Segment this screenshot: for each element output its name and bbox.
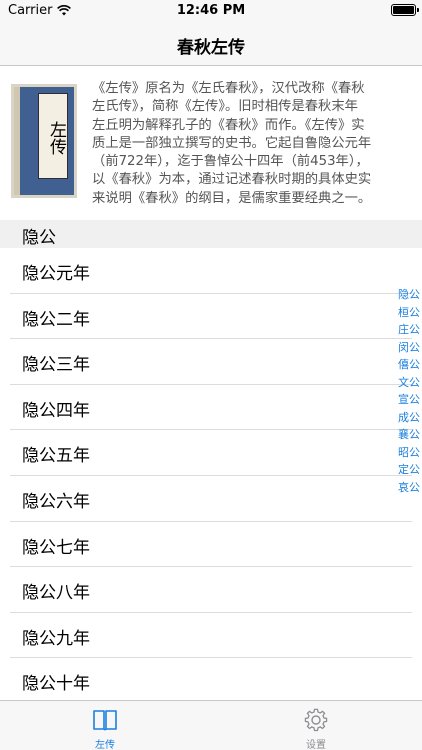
tab-bar: 左传 设置 — [0, 700, 422, 750]
book-cover-image: 左传 — [11, 84, 77, 198]
section-header: 隐公 — [0, 220, 422, 248]
list-item[interactable]: 隐公六年 — [10, 476, 412, 522]
tab-label: 左传 — [95, 740, 115, 750]
intro-line: 以《春秋》为本，通过记述春秋时期的具体史实 — [92, 172, 372, 188]
index-item[interactable]: 桓公 — [396, 304, 420, 322]
list-item[interactable]: 隐公三年 — [10, 339, 412, 385]
intro-section: 左传 《左传》原名为《左氏春秋》，汉代改称《春秋 左氏传》，简称《左传》。旧时相… — [0, 66, 422, 220]
status-right — [391, 4, 419, 16]
list-item-label: 隐公七年 — [22, 537, 90, 558]
list-item-label: 隐公九年 — [22, 628, 90, 649]
battery-icon — [391, 4, 419, 16]
status-time: 12:46 PM — [176, 3, 246, 18]
index-item[interactable]: 庄公 — [396, 321, 420, 339]
book-cover-body: 左传 — [14, 87, 74, 195]
index-item[interactable]: 定公 — [396, 461, 420, 479]
index-item[interactable]: 哀公 — [396, 479, 420, 497]
intro-line: 左丘明为解释孔子的《春秋》而作。《左传》实 — [92, 117, 365, 133]
list-item[interactable]: 隐公八年 — [10, 567, 412, 613]
tab-settings[interactable]: 设置 — [263, 701, 369, 750]
list-item-label: 隐公二年 — [22, 309, 90, 330]
list-item[interactable]: 隐公十年 — [10, 658, 412, 704]
list-item[interactable]: 隐公五年 — [10, 430, 412, 476]
list-item[interactable]: 隐公四年 — [10, 385, 412, 431]
index-item[interactable]: 僖公 — [396, 356, 420, 374]
list-item[interactable]: 隐公二年 — [10, 294, 412, 340]
list-item[interactable]: 隐公九年 — [10, 613, 412, 659]
index-item[interactable]: 隐公 — [396, 286, 420, 304]
list-item-label: 隐公五年 — [22, 446, 90, 467]
intro-line: 左氏传》，简称《左传》。旧时相传是春秋末年 — [92, 99, 358, 115]
list-item-label: 隐公八年 — [22, 583, 90, 604]
status-bar: Carrier 12:46 PM — [0, 0, 422, 22]
section-index: 隐公 桓公 庄公 闵公 僖公 文公 宣公 成公 襄公 昭公 定公 哀公 — [396, 286, 420, 496]
book-icon — [93, 710, 117, 731]
intro-line: 质上是一部独立撰写的史书。它起自鲁隐公元年 — [92, 135, 372, 151]
list-item-label: 隐公十年 — [22, 674, 90, 695]
book-cover-label: 左传 — [38, 93, 68, 179]
navigation-bar: 春秋左传 — [0, 22, 422, 66]
index-item[interactable]: 昭公 — [396, 444, 420, 462]
index-item[interactable]: 宣公 — [396, 391, 420, 409]
index-item[interactable]: 成公 — [396, 409, 420, 427]
chapter-list: 隐公元年 隐公二年 隐公三年 隐公四年 隐公五年 隐公六年 隐公七年 隐公八年 … — [0, 248, 422, 704]
tab-label: 设置 — [306, 740, 326, 750]
intro-line: 《左传》原名为《左氏春秋》，汉代改称《春秋 — [92, 81, 365, 96]
index-item[interactable]: 文公 — [396, 374, 420, 392]
battery-fill — [393, 6, 414, 14]
intro-line: 来说明《春秋》的纲目，是儒家重要经典之一。 — [92, 190, 372, 206]
list-item[interactable]: 隐公七年 — [10, 522, 412, 568]
tab-zuozhuan[interactable]: 左传 — [52, 701, 158, 750]
page-title: 春秋左传 — [177, 38, 245, 58]
list-item-label: 隐公元年 — [22, 264, 90, 284]
section-title: 隐公 — [22, 228, 56, 248]
list-item-label: 隐公六年 — [22, 491, 90, 512]
index-item[interactable]: 襄公 — [396, 426, 420, 444]
intro-text: 《左传》原名为《左氏春秋》，汉代改称《春秋 左氏传》，简称《左传》。旧时相传是春… — [92, 80, 410, 208]
list-item-label: 隐公四年 — [22, 400, 90, 421]
list-item[interactable]: 隐公元年 — [10, 248, 412, 294]
gear-icon — [304, 708, 328, 732]
intro-line: （前722年），迄于鲁悼公十四年（前453年）， — [92, 154, 369, 170]
list-item-label: 隐公三年 — [22, 355, 90, 376]
index-item[interactable]: 闵公 — [396, 339, 420, 357]
